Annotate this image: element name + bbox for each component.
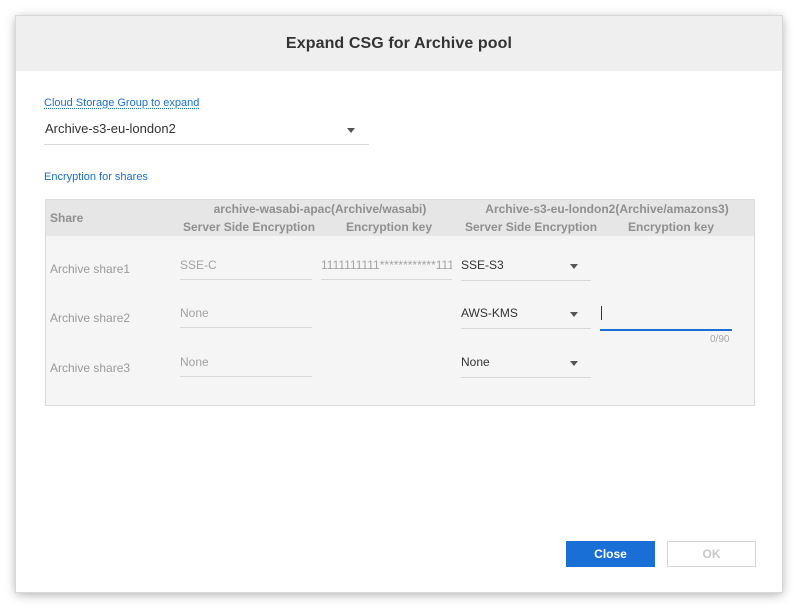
wasabi-sse-column-header: Server Side Encryption xyxy=(183,220,316,234)
wasabi-sse-field-row3: None xyxy=(180,349,312,377)
wasabi-group-header: archive-wasabi-apac(Archive/wasabi) xyxy=(213,202,427,216)
dialog-header: Expand CSG for Archive pool xyxy=(16,16,782,71)
wasabi-sse-field-row1: SSE-C xyxy=(180,252,312,280)
share-column-header: Share xyxy=(50,211,84,225)
s3-sse-select-row3[interactable]: None xyxy=(461,348,591,378)
wasabi-key-field-row1: 1111111111************111 xyxy=(321,252,452,280)
chevron-down-icon xyxy=(347,128,355,133)
share-name-row2: Archive share2 xyxy=(50,311,131,325)
encryption-table: Share archive-wasabi-apac(Archive/wasabi… xyxy=(45,199,755,406)
dialog-title: Expand CSG for Archive pool xyxy=(285,34,513,52)
wasabi-key-value-row1: 1111111111************111 xyxy=(321,258,452,272)
s3-encryption-key-input-row2[interactable] xyxy=(600,303,732,331)
s3-sse-column-header: Server Side Encryption xyxy=(465,220,598,234)
wasabi-sse-value-row1: SSE-C xyxy=(180,258,217,272)
chevron-down-icon xyxy=(570,361,578,366)
s3-sse-value-row2: AWS-KMS xyxy=(461,306,518,320)
csg-selected-value: Archive-s3-eu-london2 xyxy=(45,121,176,136)
share-name-row3: Archive share3 xyxy=(50,361,131,375)
s3-group-header: Archive-s3-eu-london2(Archive/amazons3) xyxy=(485,202,729,216)
csg-select[interactable]: Archive-s3-eu-london2 xyxy=(44,117,369,145)
encryption-label: Encryption for shares xyxy=(44,171,148,183)
s3-sse-select-row1[interactable]: SSE-S3 xyxy=(461,251,591,281)
key-char-counter: 0/90 xyxy=(710,334,730,345)
ok-button[interactable]: OK xyxy=(667,541,756,567)
text-cursor xyxy=(601,306,602,320)
wasabi-sse-value-row3: None xyxy=(180,355,209,369)
chevron-down-icon xyxy=(570,312,578,317)
wasabi-sse-value-row2: None xyxy=(180,306,209,320)
share-name-row1: Archive share1 xyxy=(50,262,131,276)
wasabi-key-column-header: Encryption key xyxy=(346,220,433,234)
csg-label: Cloud Storage Group to expand xyxy=(44,97,200,109)
chevron-down-icon xyxy=(570,264,578,269)
close-button[interactable]: Close xyxy=(566,541,655,567)
expand-csg-dialog: Expand CSG for Archive pool Cloud Storag… xyxy=(16,16,782,592)
s3-sse-select-row2[interactable]: AWS-KMS xyxy=(461,299,591,329)
s3-sse-value-row1: SSE-S3 xyxy=(461,258,504,272)
s3-sse-value-row3: None xyxy=(461,355,490,369)
s3-key-column-header: Encryption key xyxy=(628,220,715,234)
wasabi-sse-field-row2: None xyxy=(180,300,312,328)
